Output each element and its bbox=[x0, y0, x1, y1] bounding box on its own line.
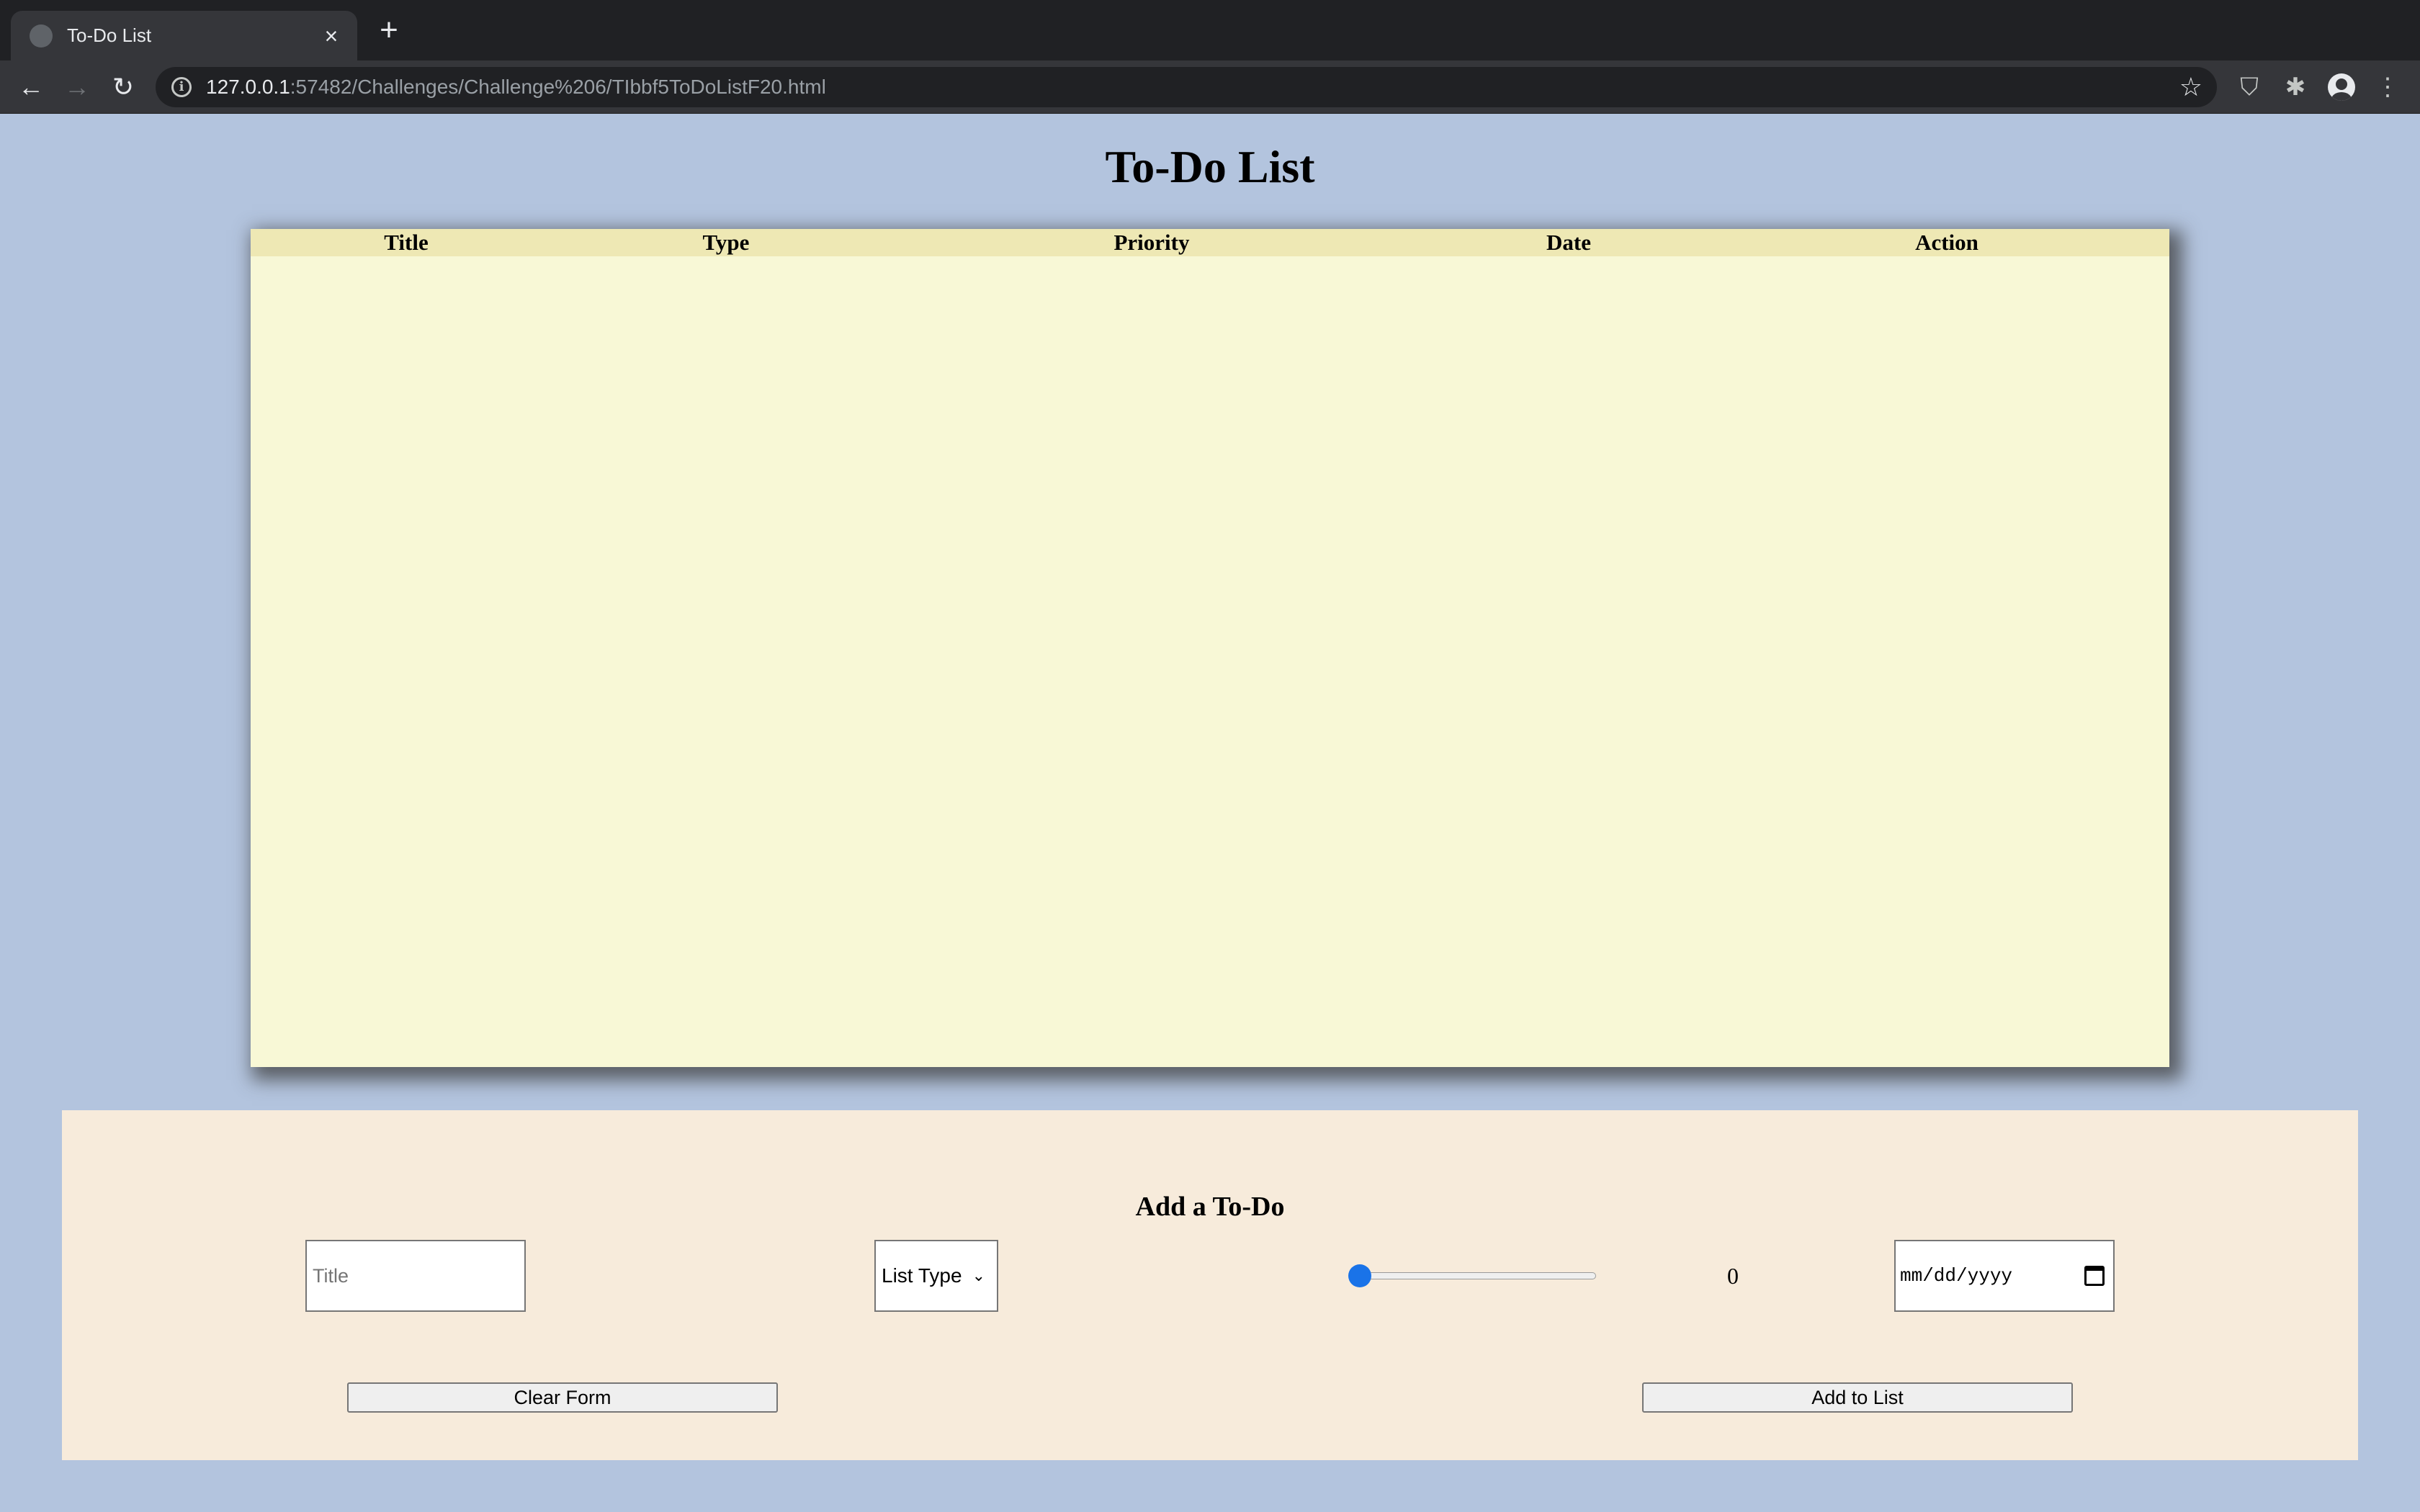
browser-toolbar: ← → ↻ i 127.0.0.1:57482/Challenges/Chall… bbox=[0, 60, 2420, 114]
list-type-select[interactable]: List Type ⌄ bbox=[874, 1240, 998, 1312]
column-header-date: Date bbox=[1546, 230, 1591, 255]
new-tab-icon[interactable]: + bbox=[375, 14, 403, 46]
profile-avatar-icon[interactable] bbox=[2325, 71, 2358, 104]
priority-value: 0 bbox=[1727, 1263, 1739, 1289]
add-to-list-button[interactable]: Add to List bbox=[1642, 1382, 2073, 1413]
date-placeholder: mm/dd/yyyy bbox=[1900, 1265, 2013, 1287]
back-arrow-icon[interactable]: ← bbox=[14, 71, 48, 104]
close-icon[interactable]: × bbox=[314, 24, 349, 48]
url-host: 127.0.0.1 bbox=[206, 76, 290, 98]
bookmark-star-icon[interactable]: ☆ bbox=[2179, 71, 2202, 103]
menu-kebab-icon[interactable]: ⋮ bbox=[2371, 71, 2404, 104]
slider-track bbox=[1350, 1272, 1596, 1279]
page-title: To-Do List bbox=[1105, 141, 1315, 192]
calendar-icon[interactable] bbox=[2084, 1266, 2105, 1286]
browser-tab[interactable]: To-Do List × bbox=[11, 11, 357, 60]
globe-icon bbox=[30, 24, 53, 48]
column-header-type: Type bbox=[702, 230, 750, 255]
todo-table: Title Type Priority Date Action bbox=[251, 229, 2169, 1067]
address-bar[interactable]: i 127.0.0.1:57482/Challenges/Challenge%2… bbox=[156, 67, 2217, 107]
tab-title: To-Do List bbox=[67, 24, 152, 46]
extensions-puzzle-icon[interactable]: ✱ bbox=[2279, 71, 2312, 104]
column-header-action: Action bbox=[1915, 230, 1978, 255]
list-type-selected-value: List Type bbox=[882, 1264, 962, 1287]
shield-icon[interactable]: ⛉ bbox=[2233, 71, 2266, 104]
form-heading: Add a To-Do bbox=[1135, 1192, 1285, 1222]
column-header-title: Title bbox=[384, 230, 429, 255]
table-header-row: Title Type Priority Date Action bbox=[251, 229, 2169, 256]
reload-icon[interactable]: ↻ bbox=[107, 71, 140, 104]
date-input[interactable]: mm/dd/yyyy bbox=[1894, 1240, 2115, 1312]
browser-tabstrip: To-Do List × + bbox=[0, 0, 2420, 60]
url-path: :57482/Challenges/Challenge%206/TIbbf5To… bbox=[290, 76, 826, 98]
clear-form-button[interactable]: Clear Form bbox=[347, 1382, 778, 1413]
chevron-down-icon: ⌄ bbox=[972, 1266, 985, 1284]
url-text: 127.0.0.1:57482/Challenges/Challenge%206… bbox=[206, 76, 826, 99]
add-todo-form: Add a To-Do List Type ⌄ 0 mm/dd/yyyy Cle… bbox=[62, 1110, 2358, 1460]
forward-arrow-icon[interactable]: → bbox=[60, 71, 94, 104]
title-input[interactable] bbox=[305, 1240, 526, 1312]
slider-thumb[interactable] bbox=[1348, 1264, 1371, 1287]
column-header-priority: Priority bbox=[1113, 230, 1190, 255]
info-icon[interactable]: i bbox=[171, 77, 192, 97]
priority-slider[interactable] bbox=[1348, 1264, 1596, 1287]
